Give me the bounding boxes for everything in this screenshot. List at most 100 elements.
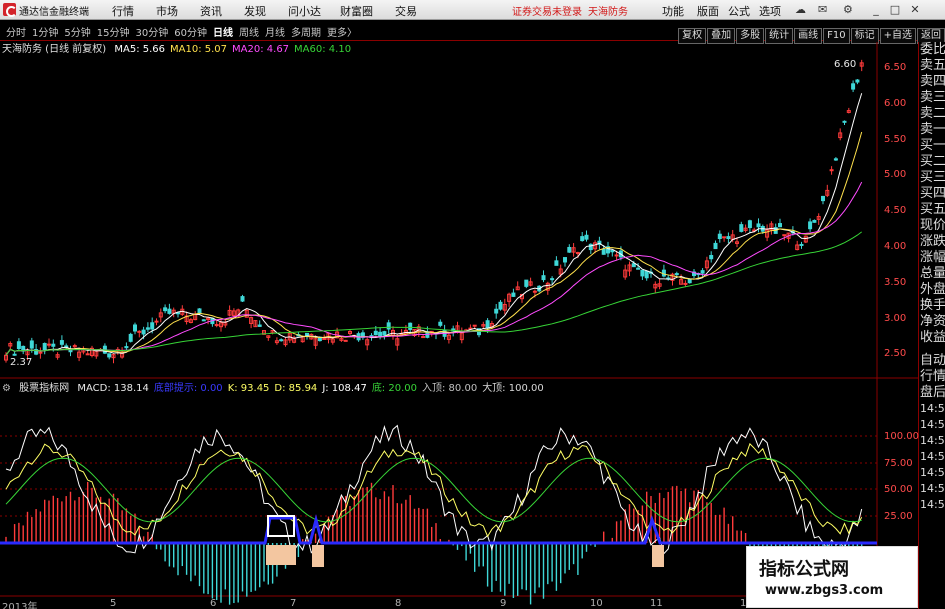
side-panel-item[interactable]: 卖五 [919, 58, 945, 74]
side-panel-item[interactable]: 委比 [919, 42, 945, 58]
indicator-title[interactable]: 股票指标网 [19, 383, 69, 394]
side-panel-item[interactable]: 14:50 [919, 497, 945, 513]
candle-body [382, 331, 387, 336]
side-panel-item[interactable]: 买二 [919, 154, 945, 170]
candle-body [386, 322, 391, 330]
candle-body [133, 324, 137, 332]
side-panel-item[interactable]: 行情 [919, 369, 945, 385]
indicator-value: 大顶: 100.00 [482, 383, 544, 394]
side-panel-item[interactable]: 涨跌 [919, 234, 945, 250]
side-panel-item[interactable]: 卖三 [919, 90, 945, 106]
candle-body [85, 353, 90, 356]
indicator-tick-label: 75.00 [884, 457, 913, 469]
candle-body [214, 324, 219, 327]
candle-body [472, 324, 477, 327]
side-panel-item[interactable]: 换手 [919, 298, 945, 314]
side-panel-item[interactable]: 买三 [919, 170, 945, 186]
candle-body [842, 120, 847, 123]
candle-body [709, 255, 714, 260]
candle-body [747, 220, 752, 229]
price-tick-label: 3.00 [884, 312, 907, 324]
candle-body [782, 234, 787, 237]
kline-chart[interactable] [0, 0, 918, 609]
side-panel-item[interactable]: 自动 [919, 353, 945, 369]
candle-body [778, 223, 782, 228]
candle-body [511, 292, 516, 297]
price-tick-label: 4.00 [884, 241, 907, 252]
side-panel-item[interactable]: 现价 [919, 218, 945, 234]
side-panel-item[interactable]: 14:50 [919, 465, 945, 481]
x-tick-label: 7 [290, 598, 297, 609]
x-tick-label: 11 [650, 598, 663, 609]
candle-body [601, 249, 606, 255]
candle-body [128, 333, 133, 342]
indicator-tick-label: 100.00 [884, 431, 919, 442]
indicator-tick-label: 50.00 [884, 484, 913, 495]
candle-body [485, 320, 490, 329]
side-panel-item[interactable]: 净资 [919, 314, 945, 330]
side-panel-item[interactable]: 涨幅 [919, 250, 945, 266]
x-tick-label: 9 [500, 598, 507, 609]
x-tick-label: 5 [110, 598, 117, 609]
candle-body [137, 330, 142, 333]
candle-body [575, 252, 580, 255]
side-panel-item[interactable]: 买一 [919, 138, 945, 154]
candle-body [154, 320, 159, 323]
side-panel-item[interactable]: 卖一 [919, 122, 945, 138]
candle-body [322, 337, 327, 340]
ma5-line [5, 93, 863, 356]
signal-block [652, 545, 664, 567]
ma-value: MA60: 4.10 [294, 44, 352, 55]
app-window: 通达信金融终端 行情 市场 资讯 发现 问小达 财富圈 交易 证券交易未登录 天… [0, 0, 945, 609]
side-panel-item[interactable]: 卖四 [919, 74, 945, 90]
side-panel-item[interactable]: 外盘 [919, 282, 945, 298]
side-panel-item[interactable]: 14:50 [919, 433, 945, 449]
candle-body [700, 270, 705, 274]
ma-value: MA20: 4.67 [232, 44, 290, 55]
candle-body [756, 223, 761, 228]
candle-body [808, 221, 813, 230]
indicator-value: K: 93.45 [227, 383, 270, 394]
indicator-legend: ⚙ 股票指标网 MACD: 138.14 底部提示: 0.00 K: 93.45 D:… [2, 383, 554, 395]
indicator-value: 底部提示: 0.00 [153, 383, 223, 394]
candle-body [722, 236, 727, 239]
candle-body [124, 346, 129, 349]
main-chart-legend: 天海防务 (日线 前复权) MA5: 5.66 MA10: 5.07 MA20: 4… [2, 44, 361, 56]
side-panel-item[interactable]: 卖二 [919, 106, 945, 122]
candle-body [674, 273, 679, 276]
candle-body [201, 319, 206, 322]
candle-body [683, 282, 688, 285]
candle-body [42, 342, 47, 351]
candle-body [343, 339, 348, 342]
candle-body [141, 329, 146, 335]
candle-body [829, 169, 834, 172]
side-panel-item[interactable]: 买五 [919, 202, 945, 218]
candle-body [524, 279, 529, 287]
side-panel-item[interactable]: 总量 [919, 266, 945, 282]
indicator-value: 底: 20.00 [371, 383, 417, 394]
candle-body [408, 322, 413, 330]
quote-side-panel: 委比 卖五 卖四 卖三 卖二 卖一 买一 买二 买三 买四 买五 现价 涨跌 涨幅 总量 外盘 换手 净资 收益自动… [918, 42, 945, 609]
side-panel-item[interactable]: 14:50 [919, 481, 945, 497]
candle-body [378, 331, 383, 337]
indicator-values: MACD: 138.14 底部提示: 0.00 K: 93.45 D: 85.94 J:… [77, 383, 548, 394]
side-panel-item[interactable]: 盘后 [919, 385, 945, 401]
candle-body [150, 322, 155, 330]
candle-body [197, 308, 202, 314]
signal-block [266, 545, 296, 565]
side-panel-item[interactable]: 收益 [919, 330, 945, 346]
side-panel-item[interactable]: 14:50 [919, 449, 945, 465]
ma10-line [5, 131, 863, 356]
ma-value: MA5: 5.66 [114, 44, 166, 55]
side-panel-item[interactable]: 14:50 [919, 417, 945, 433]
candle-body [610, 249, 615, 253]
candle-body [51, 343, 56, 347]
candle-body [47, 343, 51, 346]
side-panel-divider [919, 346, 945, 353]
candle-body [726, 236, 731, 240]
indicator-settings-icon[interactable]: ⚙ [2, 383, 11, 394]
candle-body [541, 275, 546, 281]
side-panel-item[interactable]: 买四 [919, 186, 945, 202]
side-panel-item[interactable]: 14:50 [919, 401, 945, 417]
price-tick-label: 5.00 [884, 169, 907, 181]
